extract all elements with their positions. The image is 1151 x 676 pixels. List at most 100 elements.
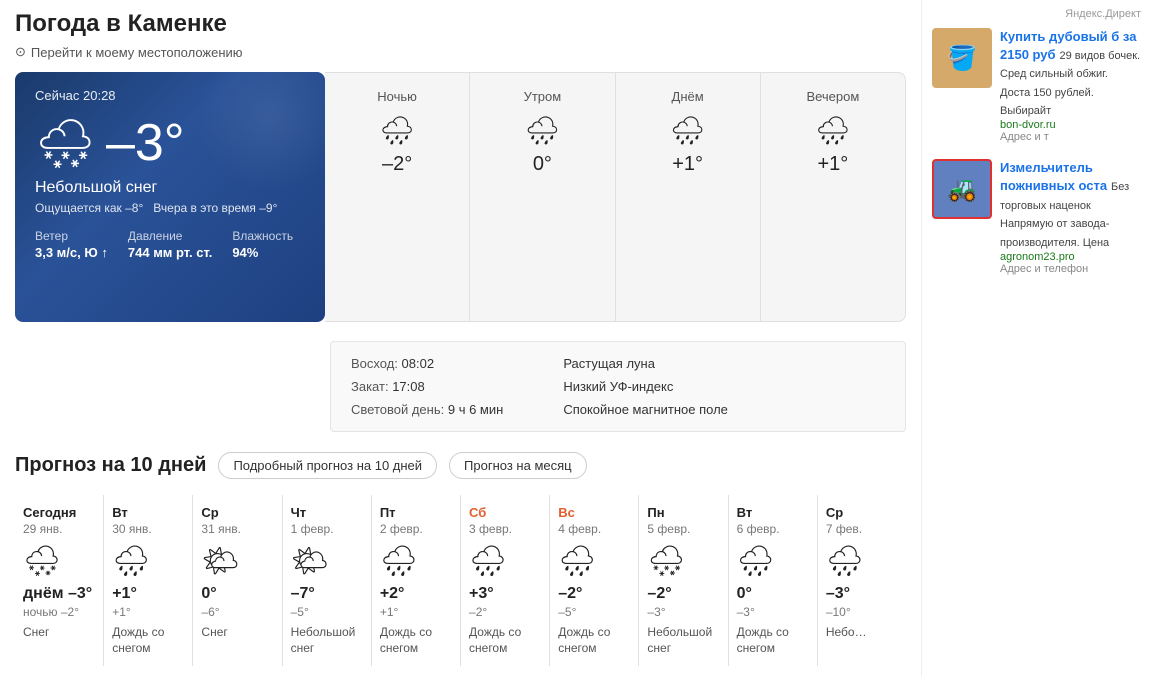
day-name: Ср <box>826 505 843 520</box>
forecast-day[interactable]: Пт 2 февр. 🌧 +2° +1° Дождь со снегом <box>372 495 461 666</box>
current-temperature: –3° <box>106 113 185 173</box>
forecast-day[interactable]: Чт 1 февр. 🌤 –7° –5° Небольшой снег <box>283 495 372 666</box>
period-temp: –2° <box>382 153 412 176</box>
weather-details: Ветер 3,3 м/с, Ю ↑ Давление 744 мм рт. с… <box>35 229 305 260</box>
day-desc: Снег <box>201 625 227 641</box>
day-date: 7 фев. <box>826 522 862 536</box>
day-temp-low: –3° <box>737 605 755 619</box>
ad-label: Яндекс.Директ <box>932 8 1141 20</box>
day-name: Чт <box>291 505 307 520</box>
current-description: Небольшой снег <box>35 179 305 197</box>
weather-panel: Сейчас 20:28 🌨 –3° Небольшой снег Ощущае… <box>15 72 906 322</box>
moon-row: Растущая луна <box>563 356 728 371</box>
forecast-day[interactable]: Сегодня 29 янв. 🌨 днём –3° ночью –2° Сне… <box>15 495 104 666</box>
forecast-day[interactable]: Ср 7 фев. 🌧 –3° –10° Небо… <box>818 495 906 666</box>
ad-block-2: 🚜 Измельчитель пожнивных оста Без торгов… <box>932 159 1141 274</box>
period-name: Ночью <box>377 89 417 104</box>
sun-times-col: Восход: 08:02 Закат: 17:08 Световой день… <box>351 356 503 417</box>
sun-info-panel: Восход: 08:02 Закат: 17:08 Световой день… <box>330 341 906 432</box>
day-desc: Небольшой снег <box>647 625 719 656</box>
period-name: Днём <box>672 89 704 104</box>
day-desc: Дождь со снегом <box>380 625 452 656</box>
forecast-day[interactable]: Вс 4 февр. 🌧 –2° –5° Дождь со снегом <box>550 495 639 666</box>
period-item: Утром 🌧 0° <box>470 73 615 321</box>
ad-2-link[interactable]: agronom23.pro <box>1000 251 1141 263</box>
day-desc: Дождь со снегом <box>112 625 184 656</box>
day-desc: Небольшой снег <box>291 625 363 656</box>
ad-1-link[interactable]: bon-dvor.ru <box>1000 119 1141 131</box>
forecast-day[interactable]: Вт 6 февр. 🌧 0° –3° Дождь со снегом <box>729 495 818 666</box>
forecast-day[interactable]: Вт 30 янв. 🌧 +1° +1° Дождь со снегом <box>104 495 193 666</box>
forecast-day[interactable]: Ср 31 янв. 🌤 0° –6° Снег <box>193 495 282 666</box>
period-item: Вечером 🌧 +1° <box>761 73 905 321</box>
day-temp-high: +2° <box>380 585 405 603</box>
day-temp-high: –3° <box>826 585 850 603</box>
day-desc: Снег <box>23 625 49 641</box>
day-temp-low: +1° <box>112 605 130 619</box>
day-date: 5 февр. <box>647 522 690 536</box>
day-name: Сегодня <box>23 505 76 520</box>
ad-2-addr: Адрес и телефон <box>1000 263 1141 275</box>
day-name: Ср <box>201 505 218 520</box>
day-name: Пн <box>647 505 664 520</box>
wind-detail: Ветер 3,3 м/с, Ю ↑ <box>35 229 108 260</box>
day-temp-low: –5° <box>558 605 576 619</box>
day-date: 31 янв. <box>201 522 241 536</box>
ad-1-text: Купить дубовый б за 2150 руб 29 видов бо… <box>1000 28 1141 143</box>
day-temp-high: +3° <box>469 585 494 603</box>
forecast-day[interactable]: Пн 5 февр. 🌨 –2° –3° Небольшой снег <box>639 495 728 666</box>
current-weather-icon: 🌨 <box>35 115 96 172</box>
month-forecast-button[interactable]: Прогноз на месяц <box>449 452 587 479</box>
forecast-title: Прогноз на 10 дней <box>15 454 206 477</box>
location-link[interactable]: ⊙ Перейти к моему местоположению <box>15 44 906 60</box>
day-temp-high: днём –3° <box>23 585 92 603</box>
period-icon: 🌧 <box>670 114 706 147</box>
day-icon: 🌧 <box>826 544 864 579</box>
period-item: Ночью 🌧 –2° <box>325 73 470 321</box>
day-icon: 🌤 <box>291 544 329 579</box>
day-desc: Дождь со снегом <box>558 625 630 656</box>
period-temp: 0° <box>533 153 552 176</box>
day-temp-high: –7° <box>291 585 315 603</box>
sun-info-col: Растущая луна Низкий УФ-индекс Спокойное… <box>563 356 728 417</box>
day-icon: 🌧 <box>380 544 418 579</box>
forecast-days: Сегодня 29 янв. 🌨 днём –3° ночью –2° Сне… <box>15 495 906 666</box>
forecast-section: Прогноз на 10 дней Подробный прогноз на … <box>15 452 906 666</box>
period-icon: 🌧 <box>525 114 561 147</box>
day-date: 1 февр. <box>291 522 334 536</box>
sunset-row: Закат: 17:08 <box>351 379 503 394</box>
ad-2-title[interactable]: Измельчитель пожнивных оста <box>1000 160 1107 193</box>
ad-1-image: 🪣 <box>932 28 992 88</box>
day-date: 30 янв. <box>112 522 152 536</box>
day-date: 6 февр. <box>737 522 780 536</box>
day-desc: Небо… <box>826 625 867 641</box>
right-sidebar: Яндекс.Директ 🪣 Купить дубовый б за 2150… <box>921 0 1151 676</box>
day-name: Пт <box>380 505 396 520</box>
day-temp-low: –2° <box>469 605 487 619</box>
day-name: Вт <box>737 505 753 520</box>
day-temp-high: +1° <box>112 585 137 603</box>
feels-like: Ощущается как –8° Вчера в это время –9° <box>35 201 305 215</box>
ad-2-image: 🚜 <box>932 159 992 219</box>
detail-forecast-button[interactable]: Подробный прогноз на 10 дней <box>218 452 437 479</box>
day-name: Вт <box>112 505 128 520</box>
period-item: Днём 🌧 +1° <box>616 73 761 321</box>
day-temp-low: –6° <box>201 605 219 619</box>
day-temp-high: –2° <box>558 585 582 603</box>
location-icon: ⊙ <box>15 44 26 60</box>
day-icon: 🌧 <box>112 544 150 579</box>
day-icon: 🌧 <box>558 544 596 579</box>
day-icon: 🌨 <box>23 544 61 579</box>
humidity-detail: Влажность 94% <box>232 229 293 260</box>
day-temp-high: 0° <box>201 585 216 603</box>
day-name: Сб <box>469 505 486 520</box>
forecast-day[interactable]: Сб 3 февр. 🌧 +3° –2° Дождь со снегом <box>461 495 550 666</box>
day-temp-low: +1° <box>380 605 398 619</box>
ad-2-text: Измельчитель пожнивных оста Без торговых… <box>1000 159 1141 274</box>
current-weather-card: Сейчас 20:28 🌨 –3° Небольшой снег Ощущае… <box>15 72 325 322</box>
current-time: Сейчас 20:28 <box>35 88 305 103</box>
day-icon: 🌨 <box>647 544 685 579</box>
day-temp-low: –5° <box>291 605 309 619</box>
day-desc: Дождь со снегом <box>737 625 809 656</box>
period-forecasts: Ночью 🌧 –2° Утром 🌧 0° Днём 🌧 +1° Вечеро… <box>325 72 906 322</box>
